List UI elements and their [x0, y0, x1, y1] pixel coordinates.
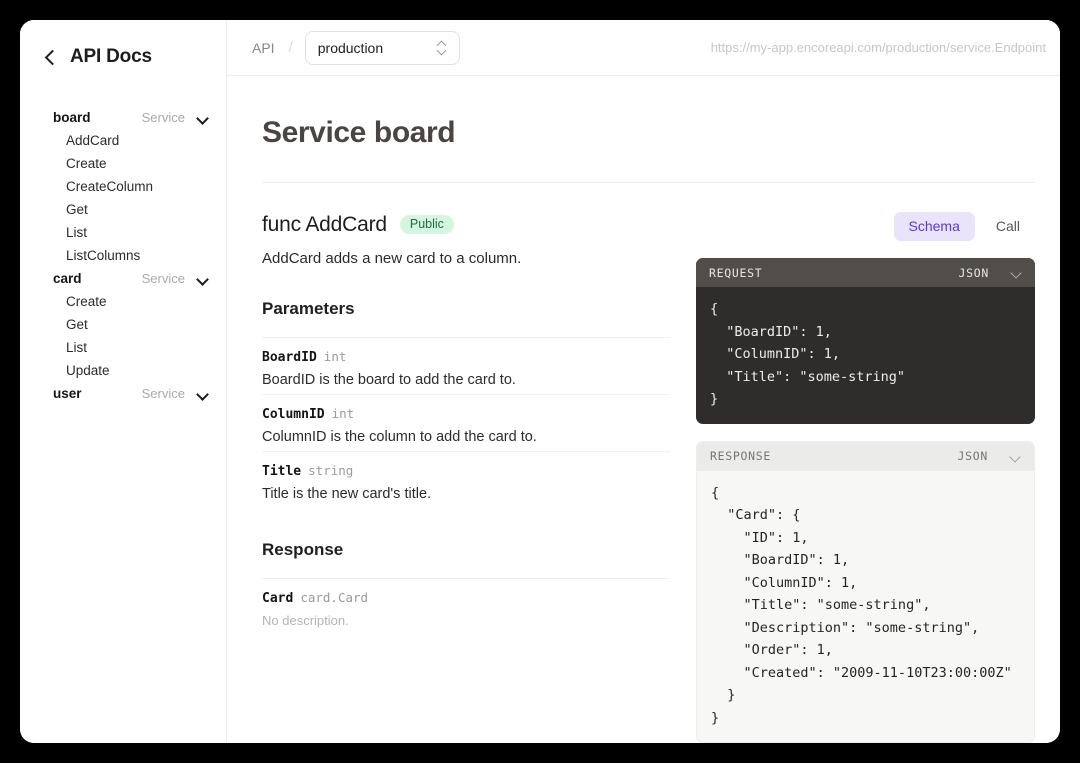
response-field-signature: Card card.Card	[262, 588, 670, 608]
topbar: API / production https://my-app.encoreap…	[227, 20, 1060, 76]
app-title: API Docs	[70, 46, 152, 67]
sidebar-endpoint-createcolumn[interactable]: CreateColumn	[20, 175, 226, 198]
chevron-down-icon[interactable]	[1010, 453, 1021, 460]
endpoint-description: AddCard adds a new card to a column.	[262, 250, 522, 267]
sidebar-endpoint-get[interactable]: Get	[20, 198, 226, 221]
endpoint-panels-column: Schema Call REQUEST JSON { "BoardID": 1,…	[696, 211, 1035, 743]
response-field-name: Card	[262, 591, 294, 606]
parameter-type: string	[308, 463, 354, 478]
response-format-label: JSON	[957, 449, 988, 463]
chevron-down-icon[interactable]	[197, 275, 208, 282]
service-name: board	[53, 110, 91, 125]
app-window: API Docs board Service AddCard Create Cr…	[20, 20, 1060, 743]
service-kind: Service	[141, 110, 185, 125]
endpoint-docs-column: func AddCard Public AddCard adds a new c…	[262, 211, 670, 743]
service-name: user	[53, 386, 82, 401]
status-badge: Public	[399, 214, 454, 235]
response-panel: RESPONSE JSON { "Card": { "ID": 1, "Boar…	[696, 440, 1035, 743]
parameter-row: Title string Title is the new card's titl…	[262, 452, 670, 508]
tab-call[interactable]: Call	[981, 212, 1035, 241]
response-panel-header[interactable]: RESPONSE JSON	[697, 441, 1034, 471]
response-code-body: { "Card": { "ID": 1, "BoardID": 1, "Colu…	[711, 484, 1012, 726]
sidebar-service-board[interactable]: board Service	[20, 106, 226, 129]
parameters-heading: Parameters	[262, 299, 355, 318]
select-updown-icon	[437, 39, 447, 57]
chevron-down-icon[interactable]	[197, 114, 208, 121]
response-heading: Response	[262, 540, 344, 559]
sidebar-service-card[interactable]: card Service	[20, 267, 226, 290]
sidebar-endpoint-card-create[interactable]: Create	[20, 290, 226, 313]
sidebar: API Docs board Service AddCard Create Cr…	[20, 20, 227, 743]
environment-value: production	[317, 39, 384, 56]
endpoint-heading: func AddCard Public	[262, 211, 670, 238]
sidebar-endpoint-card-get[interactable]: Get	[20, 313, 226, 336]
main-area: API / production https://my-app.encoreap…	[227, 20, 1060, 743]
parameter-type: int	[331, 406, 355, 421]
sidebar-service-user[interactable]: user Service	[20, 382, 226, 405]
parameter-description: ColumnID is the column to add the card t…	[262, 429, 537, 445]
sidebar-endpoint-card-update[interactable]: Update	[20, 359, 226, 382]
parameter-description: BoardID is the board to add the card to.	[262, 372, 516, 388]
request-code-body: { "BoardID": 1, "ColumnID": 1, "Title": …	[710, 301, 906, 407]
sidebar-header: API Docs	[20, 32, 226, 82]
parameter-type: int	[323, 349, 347, 364]
response-field-description: No description.	[262, 613, 349, 628]
tab-schema[interactable]: Schema	[893, 211, 975, 241]
parameters-list: BoardID int BoardID is the board to add t…	[262, 338, 670, 508]
parameter-row: BoardID int BoardID is the board to add t…	[262, 338, 670, 395]
parameter-description: Title is the new card's title.	[262, 486, 432, 502]
response-field-row: Card card.Card No description.	[262, 579, 670, 634]
request-format-label: JSON	[958, 265, 989, 280]
response-field-type: card.Card	[300, 590, 369, 605]
docs-scroll-area[interactable]: Service board func AddCard Public AddCar…	[227, 76, 1060, 743]
request-panel: REQUEST JSON { "BoardID": 1, "ColumnID":…	[696, 258, 1035, 424]
response-panel-label: RESPONSE	[710, 449, 771, 463]
sidebar-endpoint-listcolumns[interactable]: ListColumns	[20, 244, 226, 267]
schema-call-tabs: Schema Call	[696, 211, 1035, 241]
service-name: card	[53, 271, 82, 286]
parameter-name: Title	[262, 464, 302, 479]
response-fields-list: Card card.Card No description.	[262, 579, 670, 634]
breadcrumb-separator: /	[288, 39, 293, 56]
parameter-signature: BoardID int	[262, 347, 670, 367]
request-panel-label: REQUEST	[709, 265, 763, 280]
sidebar-endpoint-create[interactable]: Create	[20, 152, 226, 175]
parameter-signature: ColumnID int	[262, 404, 670, 424]
parameter-row: ColumnID int ColumnID is the column to ad…	[262, 395, 670, 452]
parameter-name: ColumnID	[262, 407, 325, 422]
chevron-left-icon[interactable]	[44, 51, 56, 63]
page-title: Service board	[262, 116, 456, 149]
service-nav-tree: board Service AddCard Create CreateColum…	[20, 82, 226, 405]
endpoint-title: func AddCard	[262, 212, 387, 236]
sidebar-endpoint-list[interactable]: List	[20, 221, 226, 244]
environment-select[interactable]: production	[304, 30, 460, 65]
service-kind: Service	[141, 386, 185, 401]
service-kind: Service	[141, 271, 185, 286]
chevron-down-icon[interactable]	[1011, 269, 1022, 276]
endpoint-url: https://my-app.encoreapi.com/production/…	[710, 40, 1046, 55]
parameter-signature: Title string	[262, 461, 670, 481]
sidebar-endpoint-addcard[interactable]: AddCard	[20, 129, 226, 152]
parameter-name: BoardID	[262, 350, 317, 365]
breadcrumb-api[interactable]: API	[252, 40, 275, 56]
chevron-down-icon[interactable]	[197, 390, 208, 397]
sidebar-endpoint-card-list[interactable]: List	[20, 336, 226, 359]
endpoint-section-addcard: func AddCard Public AddCard adds a new c…	[252, 183, 1035, 743]
request-panel-header[interactable]: REQUEST JSON	[696, 258, 1035, 287]
